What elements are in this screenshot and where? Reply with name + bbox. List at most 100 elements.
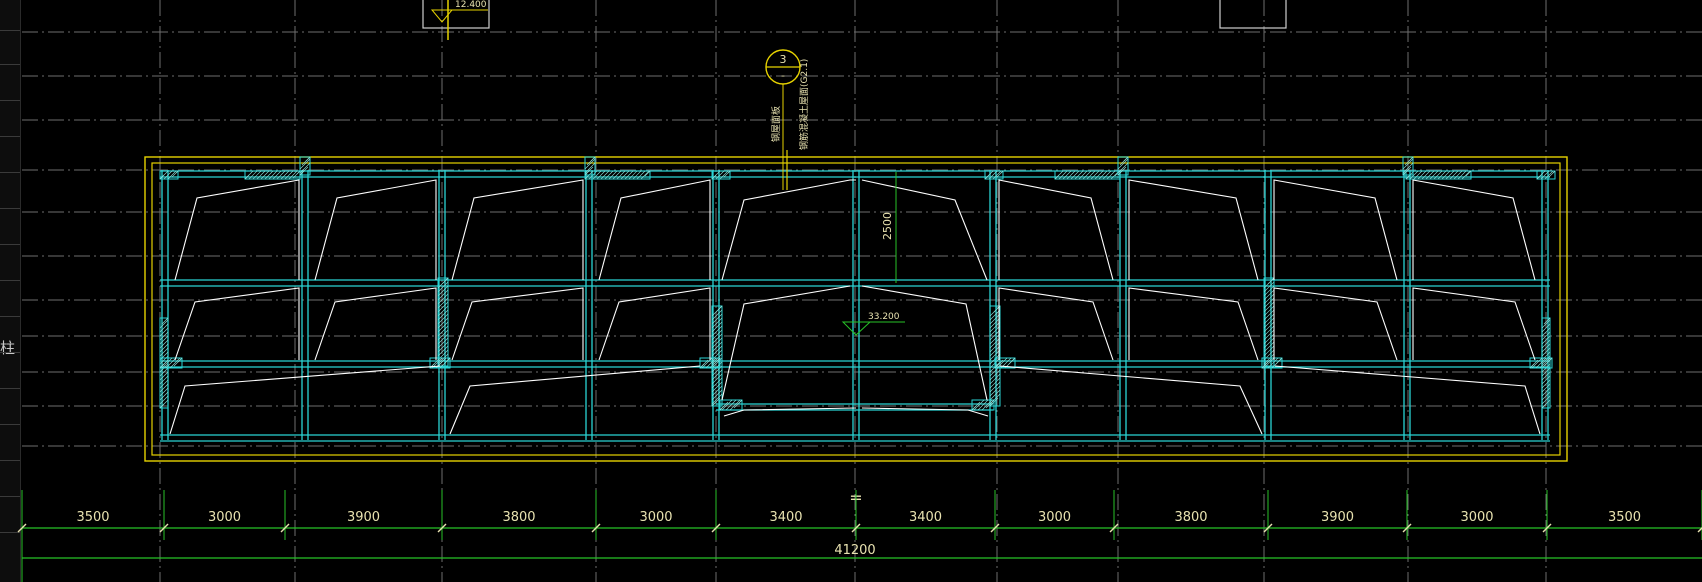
hatch-stroke [1421,170,1431,180]
hatch-stroke [272,170,282,180]
hatched-wall [719,399,743,411]
callout-text-1: 钢屋面板 [770,106,782,142]
hatch-stroke [721,399,733,411]
hatch-stroke [1082,170,1092,180]
hatch-stroke [1544,170,1554,180]
hatch-stroke [159,391,169,401]
hatch-stroke [159,395,169,405]
dimension-segment-label: 3400 [909,510,942,525]
slope-line [1273,179,1398,281]
hatch-stroke [989,385,1001,397]
slope-line [861,285,988,401]
hatch-stroke [252,170,262,180]
dimension-segment-label: 3000 [208,510,241,525]
slope-line [451,179,584,281]
section-number: 3 [780,53,787,66]
hatch-stroke [600,170,610,180]
hatch-stroke [260,170,270,180]
dimension-segment-label: 3800 [502,510,535,525]
hatch-stroke [1062,170,1072,180]
hatch-stroke [159,339,169,349]
hatch-stroke [276,170,286,180]
hatch-stroke [244,170,254,180]
hatch-stroke [989,381,1001,393]
slope-line [999,365,1263,435]
hatched-wall [984,170,1004,180]
slope-line [314,287,437,361]
slope-line [174,179,300,281]
dimension-segment-label: 3500 [76,510,109,525]
dimension-segment-label: 3500 [1608,510,1641,525]
hatch-stroke [159,335,169,345]
hatch-stroke [159,347,169,357]
hatch-stroke [1453,170,1463,180]
hatched-wall [1536,170,1556,180]
hatch-stroke [640,170,650,180]
callout-text-2: 钢筋混凝土屋面(G2.1) [798,59,810,150]
hatch-stroke [1445,170,1455,180]
hatch-stroke [1541,327,1551,337]
hatched-wall [159,170,179,180]
slope-line [1273,287,1398,361]
hatch-stroke [1541,355,1551,365]
hatch-stroke [159,379,169,389]
hatch-stroke [612,170,622,180]
cad-drawing-canvas[interactable]: 12.4003-钢屋面板 钢筋混凝土屋面(G2.1)250033.200= 350… [0,0,1702,582]
slope-line [1128,287,1259,361]
hatch-stroke [632,170,642,180]
hatch-stroke [1058,170,1068,180]
dimension-total-label: 41200 [834,543,875,558]
hatch-stroke [1086,170,1096,180]
dimension-segment-label: 3900 [347,510,380,525]
slope-line [449,365,701,435]
hatch-stroke [620,170,630,180]
hatch-stroke [167,170,177,180]
hatch-stroke [159,375,169,385]
hatch-stroke [1429,170,1439,180]
hatch-stroke [624,170,634,180]
slope-line [1412,179,1536,281]
hatch-stroke [984,170,994,180]
hatch-stroke [284,170,294,180]
hatch-stroke [1094,170,1104,180]
hatch-stroke [159,371,169,381]
dimension-segment-label: 3000 [639,510,672,525]
hatch-stroke [973,399,985,411]
hatch-stroke [1437,170,1447,180]
hatched-wall [244,170,301,180]
slope-line [998,287,1114,361]
hatch-stroke [608,170,618,180]
hatch-stroke [989,377,1001,389]
hatch-stroke [1106,170,1116,180]
hatch-stroke [1078,170,1088,180]
slope-line [598,287,711,361]
slope-line [314,179,437,281]
hatch-stroke [159,327,169,337]
inner-outline [151,162,1561,456]
hatch-stroke [1090,170,1100,180]
hatched-wall [711,170,731,180]
dimension-segment-label: 3000 [1038,510,1071,525]
hatch-stroke [299,158,311,170]
top-box-right [1219,0,1287,29]
section-sub: - [781,69,785,82]
hatch-stroke [280,170,290,180]
hatch-stroke [1536,170,1546,180]
hatch-stroke [636,170,646,180]
dimension-segment-label: 3400 [769,510,802,525]
hatch-stroke [248,170,258,180]
hatch-stroke [1461,170,1471,180]
hatch-stroke [616,170,626,180]
elevation-label-center: 33.200 [868,312,900,322]
hatch-stroke [989,373,1001,385]
hatch-stroke [1457,170,1467,180]
hatch-stroke [715,170,725,180]
dimension-segment-label: 3800 [1174,510,1207,525]
hatch-stroke [1066,170,1076,180]
hatch-stroke [977,399,989,411]
slope-line [998,179,1114,281]
hatch-stroke [159,387,169,397]
hatch-stroke [1102,170,1112,180]
elevation-marker-center [841,321,872,336]
hatch-stroke [1441,170,1451,180]
